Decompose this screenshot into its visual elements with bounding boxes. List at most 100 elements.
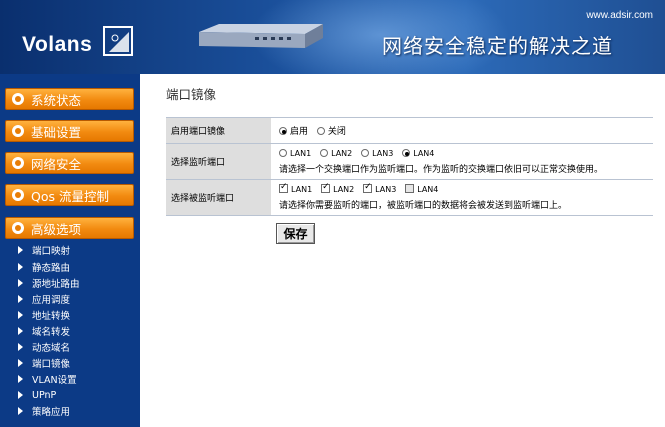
menu-label: 网络安全 xyxy=(31,156,82,172)
radio-label: 启用 xyxy=(290,127,309,137)
bullet-icon xyxy=(12,222,24,234)
checkbox-label: LAN1 xyxy=(291,185,313,194)
radio-label: 关闭 xyxy=(327,127,346,137)
checkbox-checked-icon xyxy=(363,182,373,193)
header-slogan: 网络安全稳定的解决之道 xyxy=(382,34,613,58)
sidebar-item-nat[interactable]: 地址转换 xyxy=(18,308,70,322)
monitored-lan4-checkbox[interactable]: LAN4 xyxy=(405,184,439,194)
sidebar-item-app-scheduling[interactable]: 应用调度 xyxy=(18,292,70,306)
sidebar: 系统状态 基础设置 网络安全 Qos 流量控制 高级选项 端口映射 静态路由 源… xyxy=(0,74,140,427)
arrow-right-icon xyxy=(18,279,23,287)
monitored-port-options: LAN1 LAN2 LAN3 LAN4 请选择你需要监听的端口，被监听端口的数据… xyxy=(271,179,653,216)
field-label: 选择监听端口 xyxy=(166,143,271,180)
sidebar-item-label: 地址转换 xyxy=(32,311,71,322)
sidebar-item-static-route[interactable]: 静态路由 xyxy=(18,260,70,274)
arrow-right-icon xyxy=(18,359,23,367)
arrow-right-icon xyxy=(18,407,23,415)
sidebar-item-port-mapping[interactable]: 端口映射 xyxy=(18,243,70,257)
form-row-monitor-port: 选择监听端口 LAN1 LAN2 LAN3 LAN4 请选择一个交换端口作为监听… xyxy=(166,143,653,180)
field-label: 选择被监听端口 xyxy=(166,179,271,216)
monitor-lan4-radio[interactable]: LAN4 xyxy=(402,148,435,158)
bullet-icon xyxy=(12,189,24,201)
radio-icon xyxy=(320,148,329,157)
field-label: 启用端口镜像 xyxy=(166,117,271,144)
radio-label: LAN2 xyxy=(331,148,353,158)
arrow-right-icon xyxy=(18,343,23,351)
arrow-right-icon xyxy=(18,263,23,271)
menu-label: Qos 流量控制 xyxy=(31,188,109,204)
radio-label: LAN1 xyxy=(290,148,312,158)
brand-logo-text: Volans xyxy=(22,33,93,56)
menu-system-status[interactable]: 系统状态 xyxy=(5,88,134,110)
sidebar-item-label: 端口镜像 xyxy=(32,359,71,370)
sidebar-item-vlan[interactable]: VLAN设置 xyxy=(18,372,77,386)
site-url: www.adsir.com xyxy=(586,10,653,21)
sidebar-item-label: 静态路由 xyxy=(32,263,71,274)
sidebar-item-label: 端口映射 xyxy=(32,246,71,257)
sidebar-item-upnp[interactable]: UPnP xyxy=(18,388,56,402)
bullet-icon xyxy=(12,157,24,169)
save-button[interactable]: 保存 xyxy=(276,223,315,244)
router-admin-page: Volans www.adsir.com 网络安全稳定的解决之道 系统状态 基础… xyxy=(0,0,665,427)
monitored-lan1-checkbox[interactable]: LAN1 xyxy=(279,182,313,194)
sidebar-item-ddns[interactable]: 动态域名 xyxy=(18,340,70,354)
menu-qos[interactable]: Qos 流量控制 xyxy=(5,184,134,206)
sidebar-item-port-mirror[interactable]: 端口镜像 xyxy=(18,356,70,370)
menu-label: 系统状态 xyxy=(31,92,82,108)
monitor-lan3-radio[interactable]: LAN3 xyxy=(361,148,394,158)
router-device-icon xyxy=(199,24,323,48)
radio-label: LAN4 xyxy=(413,148,435,158)
monitor-lan1-radio[interactable]: LAN1 xyxy=(279,148,312,158)
monitor-lan2-radio[interactable]: LAN2 xyxy=(320,148,353,158)
radio-icon xyxy=(316,127,325,135)
checkbox-label: LAN4 xyxy=(417,185,439,194)
menu-basic-settings[interactable]: 基础设置 xyxy=(5,120,134,142)
monitored-lan2-checkbox[interactable]: LAN2 xyxy=(321,182,355,194)
radio-selected-icon xyxy=(402,148,411,157)
arrow-right-icon xyxy=(18,375,23,383)
checkbox-checked-icon xyxy=(279,182,288,193)
arrow-right-icon xyxy=(18,327,23,335)
form-row-enable: 启用端口镜像 启用 关闭 xyxy=(166,117,653,144)
enable-on-radio[interactable]: 启用 xyxy=(279,127,308,137)
checkbox-label: LAN2 xyxy=(333,185,355,194)
sidebar-item-policy[interactable]: 策略应用 xyxy=(18,404,70,418)
sidebar-item-label: 域名转发 xyxy=(32,327,71,338)
bullet-icon xyxy=(12,125,24,137)
monitor-port-hint: 请选择一个交换端口作为监听端口。作为监听的交换端口依旧可以正常交换使用。 xyxy=(279,164,604,175)
sidebar-item-label: 源地址路由 xyxy=(32,279,80,290)
radio-label: LAN3 xyxy=(372,148,394,158)
radio-icon xyxy=(279,148,287,157)
arrow-right-icon xyxy=(18,391,23,399)
form-row-monitored-ports: 选择被监听端口 LAN1 LAN2 LAN3 LAN4 请选择你需要监听的端口，… xyxy=(166,179,653,216)
sidebar-item-label: 应用调度 xyxy=(32,295,71,306)
menu-advanced[interactable]: 高级选项 xyxy=(5,217,134,239)
menu-label: 高级选项 xyxy=(31,221,82,237)
radio-icon xyxy=(361,148,370,157)
monitor-port-options: LAN1 LAN2 LAN3 LAN4 请选择一个交换端口作为监听端口。作为监听… xyxy=(271,143,653,180)
menu-network-security[interactable]: 网络安全 xyxy=(5,152,134,174)
page-title: 端口镜像 xyxy=(166,87,217,102)
enable-options: 启用 关闭 xyxy=(271,117,653,144)
arrow-right-icon xyxy=(18,246,23,254)
sidebar-item-source-route[interactable]: 源地址路由 xyxy=(18,276,80,290)
menu-label: 基础设置 xyxy=(31,124,82,140)
enable-off-radio[interactable]: 关闭 xyxy=(316,127,346,137)
checkbox-checked-icon xyxy=(321,182,331,193)
monitored-lan3-checkbox[interactable]: LAN3 xyxy=(363,182,397,194)
port-mirror-form: 启用端口镜像 启用 关闭 选择监听端口 LAN1 LAN2 LAN3 LAN4 … xyxy=(166,117,653,216)
sidebar-item-label: UPnP xyxy=(32,389,57,401)
brand-logo-icon xyxy=(103,26,133,56)
sidebar-item-label: 策略应用 xyxy=(32,407,71,418)
sidebar-item-label: VLAN设置 xyxy=(32,375,77,386)
checkbox-label: LAN3 xyxy=(375,185,397,194)
checkbox-disabled-icon xyxy=(405,184,415,193)
arrow-right-icon xyxy=(18,295,23,303)
monitored-port-hint: 请选择你需要监听的端口，被监听端口的数据将会被发送到监听端口上。 xyxy=(279,201,568,211)
sidebar-item-label: 动态域名 xyxy=(32,343,71,354)
header-banner: Volans www.adsir.com 网络安全稳定的解决之道 xyxy=(0,0,665,74)
radio-selected-icon xyxy=(279,127,287,135)
sidebar-item-domain-forward[interactable]: 域名转发 xyxy=(18,324,70,338)
arrow-right-icon xyxy=(18,311,23,319)
bullet-icon xyxy=(12,93,24,105)
